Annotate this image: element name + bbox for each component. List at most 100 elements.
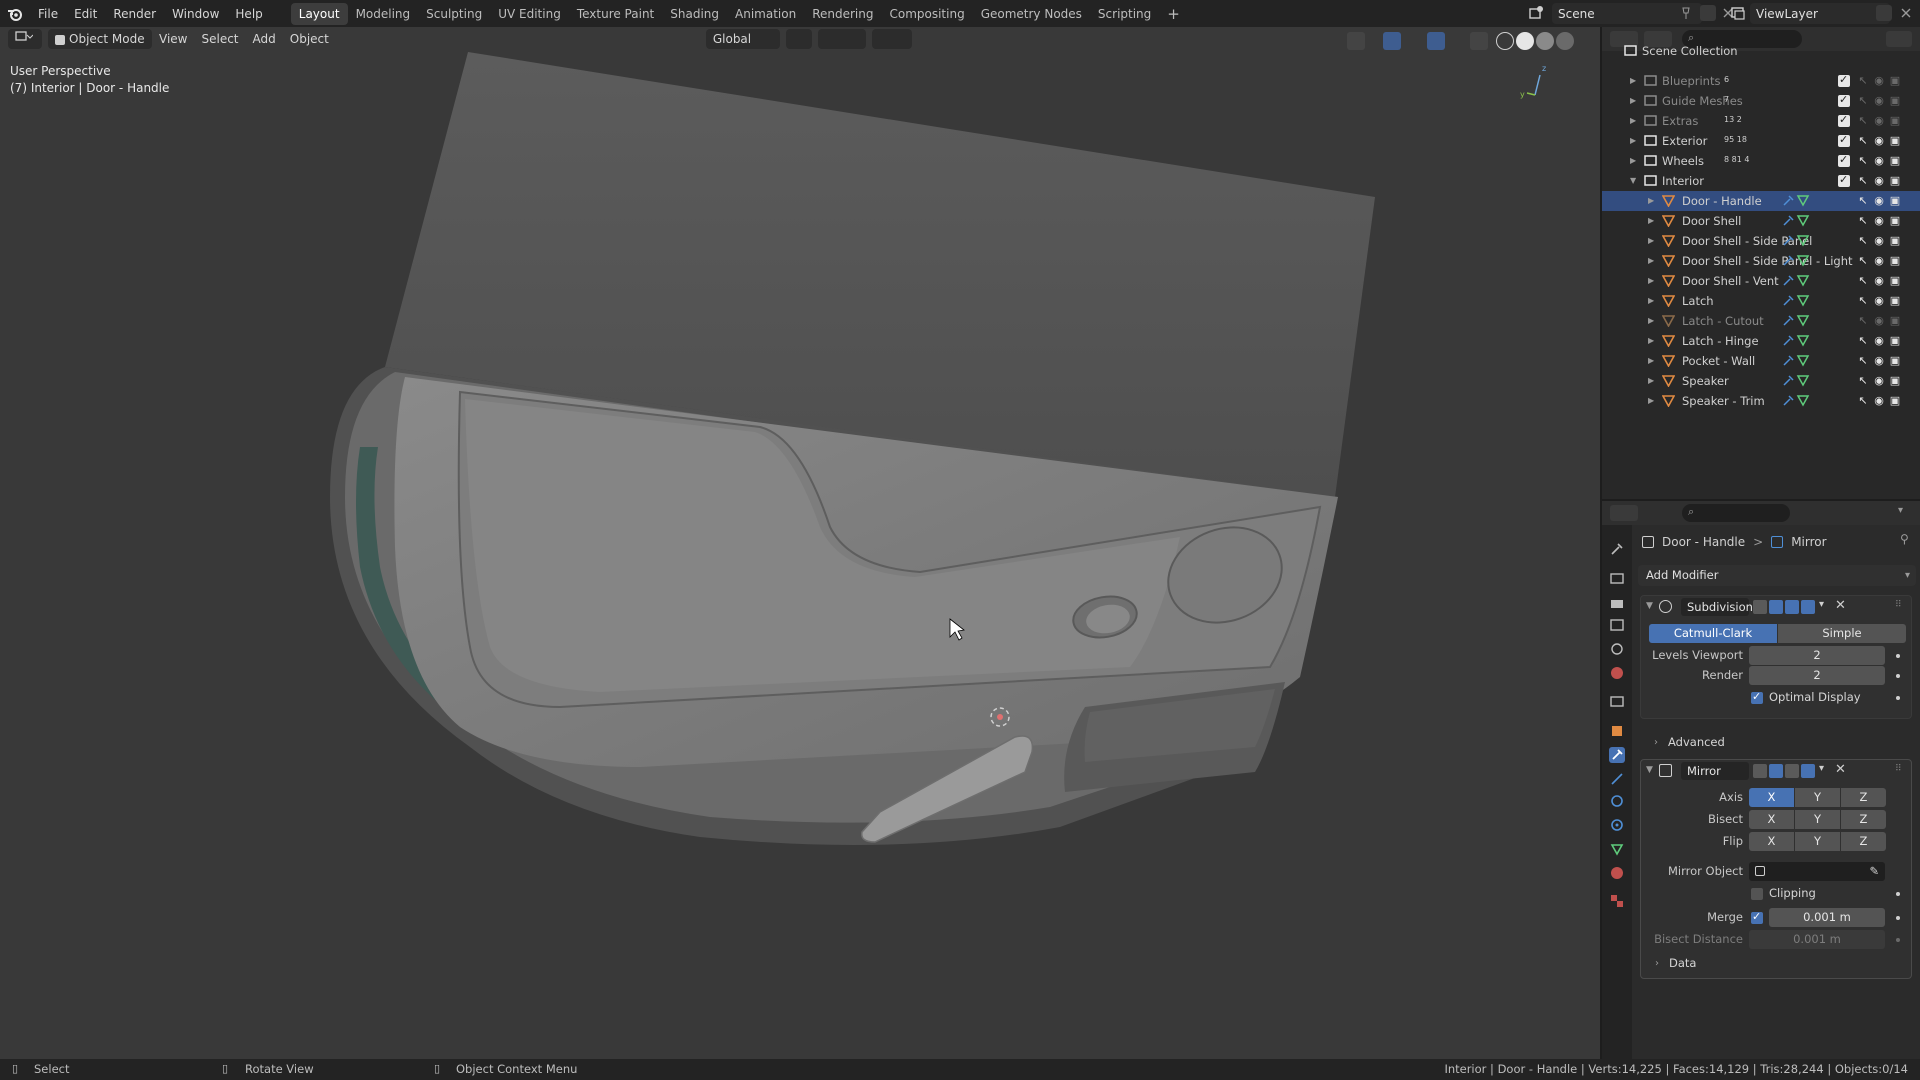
pin-icon[interactable]: ⚲ [1900, 532, 1909, 546]
exclude-checkbox[interactable] [1838, 173, 1850, 187]
particles-tab-icon[interactable] [1609, 771, 1625, 787]
render-toggle-icon[interactable] [1801, 764, 1815, 778]
camera-icon[interactable]: ▣ [1888, 394, 1902, 408]
realtime-toggle-icon[interactable] [1785, 600, 1799, 614]
render-tab-icon[interactable] [1609, 571, 1625, 587]
bisect-distance-field[interactable]: 0.001 m [1749, 930, 1885, 949]
catmull-clark-button[interactable]: Catmull-Clark [1649, 624, 1777, 643]
eye-icon[interactable]: ◉ [1872, 154, 1886, 168]
remove-modifier-icon[interactable]: ✕ [1835, 762, 1846, 777]
modifier-and-mesh-data-icon[interactable] [1782, 334, 1810, 350]
eye-icon[interactable]: ◉ [1872, 374, 1886, 388]
tab-shading[interactable]: Shading [662, 3, 727, 25]
camera-icon[interactable]: ▣ [1888, 254, 1902, 268]
expand-arrow-icon[interactable]: ▶ [1630, 76, 1640, 85]
visibility-icon[interactable] [1347, 32, 1365, 50]
blender-logo-icon[interactable] [0, 0, 30, 27]
remove-modifier-icon[interactable]: ✕ [1835, 598, 1846, 613]
select-arrow-icon[interactable]: ↖ [1856, 294, 1870, 308]
drag-handle-icon[interactable]: ⠿ [1895, 600, 1902, 610]
texture-tab-icon[interactable] [1609, 893, 1625, 909]
expand-arrow-icon[interactable]: ▶ [1648, 276, 1658, 285]
modifier-menu-chevron-icon[interactable]: ▾ [1819, 763, 1824, 774]
modifier-and-mesh-data-icon[interactable] [1782, 294, 1810, 310]
simple-button[interactable]: Simple [1778, 624, 1906, 643]
tab-animation[interactable]: Animation [727, 3, 804, 25]
edit-mode-toggle-icon[interactable] [1753, 764, 1767, 778]
expand-arrow-icon[interactable]: ▶ [1648, 316, 1658, 325]
object-row[interactable]: ▶ Speaker - Trim ↖ ◉ ▣ [1602, 391, 1920, 411]
eye-icon[interactable]: ◉ [1872, 74, 1886, 88]
menu-select[interactable]: Select [194, 29, 245, 49]
optimal-display-checkbox[interactable] [1751, 690, 1763, 704]
add-modifier-button[interactable]: Add Modifier ▾ [1638, 565, 1916, 586]
material-shading-icon[interactable] [1536, 32, 1554, 50]
eye-icon[interactable]: ◉ [1872, 274, 1886, 288]
axis-y-button[interactable]: Y [1795, 788, 1840, 807]
modifier-and-mesh-data-icon[interactable] [1782, 214, 1810, 230]
collection-row[interactable]: ▶ Extras 13 2 ↖◉▣ [1602, 111, 1920, 131]
edit-mode-toggle-icon[interactable] [1753, 600, 1767, 614]
subdivision-name-field[interactable]: Subdivision [1681, 598, 1753, 616]
options-chevron-icon[interactable]: ▾ [1898, 505, 1912, 521]
expand-arrow-icon[interactable]: ▶ [1648, 216, 1658, 225]
object-row[interactable]: ▶ Latch - Hinge ↖ ◉ ▣ [1602, 331, 1920, 351]
merge-checkbox[interactable] [1751, 910, 1763, 924]
mirror-name-field[interactable]: Mirror [1681, 762, 1749, 780]
select-arrow-icon[interactable]: ↖ [1856, 154, 1870, 168]
physics-tab-icon[interactable] [1609, 793, 1625, 809]
view-layer-selector[interactable]: ViewLayer [1750, 3, 1890, 24]
object-row[interactable]: ▶ Latch - Cutout ↖ ◉ ▣ [1602, 311, 1920, 331]
transform-orientation-selector[interactable]: Global [705, 29, 780, 49]
object-row[interactable]: ▶ Latch ↖ ◉ ▣ [1602, 291, 1920, 311]
outliner-panel[interactable]: ⌕ Scene Collection▶Blueprints6↖◉▣▶Guide … [1602, 27, 1920, 499]
select-arrow-icon[interactable]: ↖ [1856, 94, 1870, 108]
object-row[interactable]: ▶ Door - Handle ↖ ◉ ▣ [1602, 191, 1920, 211]
data-tab-icon[interactable] [1609, 841, 1625, 857]
modifier-and-mesh-data-icon[interactable] [1782, 254, 1810, 270]
close-view-layer-icon[interactable] [1898, 5, 1914, 21]
new-view-layer-icon[interactable] [1876, 5, 1892, 21]
select-arrow-icon[interactable]: ↖ [1856, 374, 1870, 388]
modifier-menu-chevron-icon[interactable]: ▾ [1819, 599, 1824, 610]
mode-selector[interactable]: Object Mode [48, 29, 152, 49]
tab-modeling[interactable]: Modeling [348, 3, 419, 25]
wireframe-shading-icon[interactable] [1496, 32, 1514, 50]
expand-arrow-icon[interactable]: ▶ [1648, 296, 1658, 305]
solid-shading-icon[interactable] [1516, 32, 1534, 50]
camera-icon[interactable]: ▣ [1888, 214, 1902, 228]
bisect-x-button[interactable]: X [1749, 810, 1794, 829]
scene-icon[interactable] [1528, 5, 1544, 21]
eye-icon[interactable]: ◉ [1872, 294, 1886, 308]
camera-icon[interactable]: ▣ [1888, 334, 1902, 348]
eye-icon[interactable]: ◉ [1872, 194, 1886, 208]
menu-file[interactable]: File [30, 3, 66, 25]
select-arrow-icon[interactable]: ↖ [1856, 354, 1870, 368]
menu-object[interactable]: Object [283, 29, 336, 49]
camera-icon[interactable]: ▣ [1888, 134, 1902, 148]
eyedropper-icon[interactable]: ✎ [1869, 862, 1879, 881]
properties-search-input[interactable]: ⌕ [1682, 504, 1790, 522]
editor-type-button[interactable] [8, 29, 42, 49]
expand-arrow-icon[interactable]: ▶ [1630, 156, 1640, 165]
select-arrow-icon[interactable]: ↖ [1856, 274, 1870, 288]
camera-icon[interactable]: ▣ [1888, 294, 1902, 308]
output-tab-icon[interactable] [1609, 595, 1625, 611]
select-arrow-icon[interactable]: ↖ [1856, 114, 1870, 128]
properties-editor-type-icon[interactable] [1610, 505, 1638, 521]
collapse-chevron-icon[interactable]: ▼ [1646, 601, 1653, 611]
eye-icon[interactable]: ◉ [1872, 94, 1886, 108]
door-mesh-render[interactable]: z y [0, 27, 1600, 1059]
select-arrow-icon[interactable]: ↖ [1856, 134, 1870, 148]
data-chevron-icon[interactable]: › [1655, 958, 1659, 969]
keyframe-dot-icon[interactable] [1896, 674, 1900, 678]
advanced-chevron-icon[interactable]: › [1654, 737, 1658, 748]
cage-toggle-icon[interactable] [1769, 600, 1783, 614]
select-arrow-icon[interactable]: ↖ [1856, 314, 1870, 328]
tab-scripting[interactable]: Scripting [1090, 3, 1159, 25]
expand-arrow-icon[interactable]: ▶ [1630, 136, 1640, 145]
collection-row[interactable]: ▶ Guide Meshes7 ↖◉▣ [1602, 91, 1920, 111]
tab-rendering[interactable]: Rendering [804, 3, 881, 25]
view-layer-icon[interactable] [1730, 5, 1746, 21]
pivot-point-icon[interactable] [785, 29, 812, 49]
